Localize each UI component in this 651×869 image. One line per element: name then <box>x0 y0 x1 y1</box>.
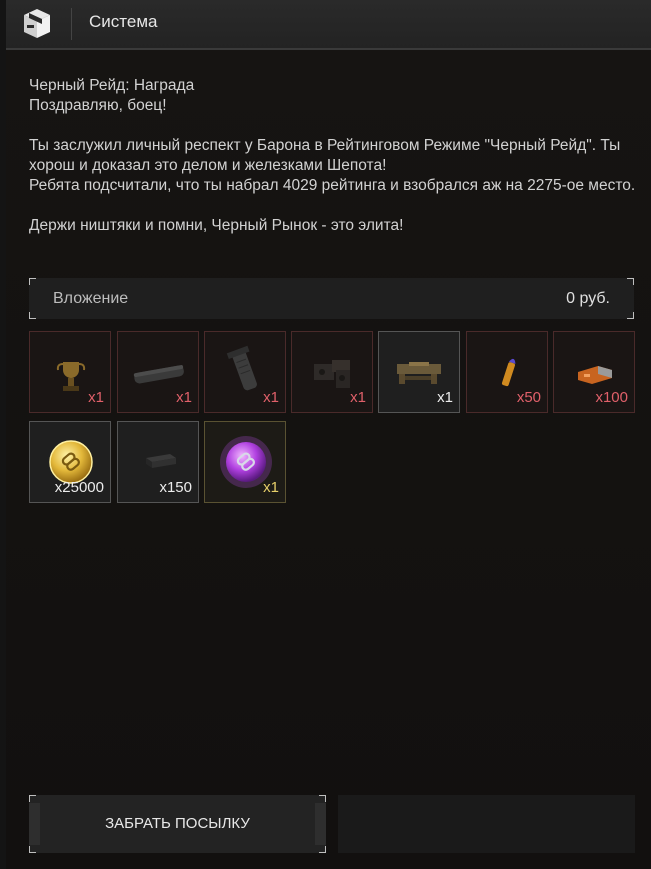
claim-parcel-label: ЗАБРАТЬ ПОСЫЛКУ <box>105 815 250 832</box>
attachment-label: Вложение <box>53 290 129 307</box>
item-quantity: x150 <box>159 479 192 496</box>
item-quantity: x1 <box>88 389 104 406</box>
item-quantity: x1 <box>176 389 192 406</box>
action-bar: ЗАБРАТЬ ПОСЫЛКУ <box>29 795 635 853</box>
message-paragraph: Ребята подсчитали, что ты набрал 4029 ре… <box>29 177 636 194</box>
message-subject: Черный Рейд: Награда <box>29 77 195 94</box>
reward-item[interactable]: x1 <box>204 331 286 413</box>
message-body: Черный Рейд: Награда Поздравляю, боец! Т… <box>29 76 639 236</box>
window-title: Система <box>89 12 158 31</box>
item-quantity: x1 <box>437 389 453 406</box>
package-box-icon <box>18 5 62 43</box>
reward-item[interactable]: x150 <box>117 421 199 503</box>
message-paragraph: Ты заслужил личный респект у Барона в Ре… <box>29 137 621 174</box>
reward-item[interactable]: x1 <box>204 421 286 503</box>
reward-item[interactable]: x25000 <box>29 421 111 503</box>
item-quantity: x50 <box>516 389 541 406</box>
reward-item[interactable]: x100 <box>553 331 635 413</box>
reward-item[interactable]: x50 <box>466 331 548 413</box>
item-quantity: x25000 <box>54 479 104 496</box>
attachment-bar: Вложение 0 руб. <box>29 278 634 319</box>
item-quantity: x1 <box>263 479 279 496</box>
reward-item[interactable]: x1 <box>378 331 460 413</box>
header-bar: Система <box>6 0 651 50</box>
message-closing: Держи ништяки и помни, Черный Рынок - эт… <box>29 217 404 234</box>
empty-action-slot <box>338 795 635 853</box>
mail-window: Система Черный Рейд: Награда Поздравляю,… <box>6 0 651 869</box>
header-divider <box>71 8 72 40</box>
claim-parcel-button[interactable]: ЗАБРАТЬ ПОСЫЛКУ <box>29 795 326 853</box>
item-quantity: x1 <box>263 389 279 406</box>
attachment-price: 0 руб. <box>566 290 610 307</box>
reward-item[interactable]: x1 <box>117 331 199 413</box>
reward-item[interactable]: x1 <box>29 331 111 413</box>
item-quantity: x100 <box>595 389 628 406</box>
item-quantity: x1 <box>350 389 366 406</box>
message-greeting: Поздравляю, боец! <box>29 97 167 114</box>
reward-item[interactable]: x1 <box>291 331 373 413</box>
